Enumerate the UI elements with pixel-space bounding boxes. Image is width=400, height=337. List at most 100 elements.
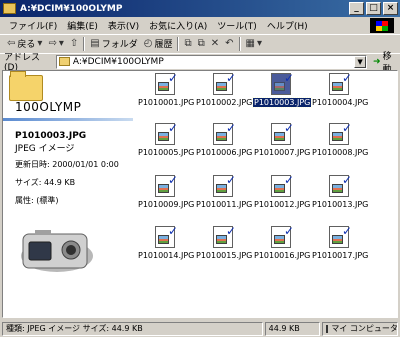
menu-file[interactable]: ファイル(F) (4, 19, 62, 32)
history-icon: ◴ (143, 38, 153, 49)
file-item[interactable]: ✓ P1010016.JPG (253, 225, 311, 266)
menu-edit[interactable]: 編集(E) (62, 19, 103, 32)
menu-help[interactable]: ヘルプ(H) (262, 19, 313, 32)
file-name-label: P1010001.JPG (138, 98, 195, 107)
file-item[interactable]: ✓ P1010002.JPG (195, 72, 253, 113)
file-name-label: P1010016.JPG (254, 251, 311, 260)
file-name-label: P1010012.JPG (254, 200, 311, 209)
menu-favorites[interactable]: お気に入り(A) (144, 19, 212, 32)
folder-icon (9, 71, 43, 101)
minimize-button[interactable]: _ (349, 2, 364, 15)
checkmark-icon: ✓ (283, 173, 295, 187)
move-to-button[interactable]: ⧉ (181, 36, 194, 52)
file-item[interactable]: ✓ P1010006.JPG (195, 121, 253, 163)
file-item[interactable]: ✓ P1010008.JPG (311, 122, 369, 163)
file-name-label: P1010002.JPG (196, 98, 253, 107)
windows-logo-icon (370, 18, 394, 33)
title-bar: A:¥DCIM¥100OLYMP _ □ × (0, 0, 400, 17)
jpeg-file-icon: ✓ (155, 225, 178, 248)
views-icon: ▦ (245, 38, 255, 49)
jpeg-file-icon: ✓ (329, 225, 352, 248)
checkmark-icon: ✓ (283, 121, 295, 135)
dropdown-arrow-icon: ▾ (58, 38, 64, 49)
selected-file-modified: 更新日時: 2000/01/01 0:00 (15, 160, 119, 169)
content-area: 100OLYMP P1010003.JPG JPEG イメージ 更新日時: 20… (2, 70, 398, 318)
window-title: A:¥DCIM¥100OLYMP (20, 3, 123, 14)
checkmark-icon: ✓ (167, 173, 179, 187)
file-name-label: P1010017.JPG (312, 251, 369, 260)
jpeg-file-icon: ✓ (155, 122, 178, 145)
address-bar: アドレス(D) A:¥DCIM¥100OLYMP ▼ ➜ 移動 (0, 52, 400, 75)
selected-file-attributes: 属性: (標準) (15, 196, 59, 205)
up-folder-icon: ⇧ (69, 38, 79, 49)
menu-tools[interactable]: ツール(T) (212, 19, 262, 32)
file-item[interactable]: ✓ P1010005.JPG (137, 122, 194, 163)
status-zone: マイ コンピュータ (322, 321, 398, 336)
go-arrow-icon: ➜ (373, 56, 381, 67)
status-zone-label: マイ コンピュータ (331, 324, 398, 333)
file-item[interactable]: ✓ P1010007.JPG (253, 121, 311, 163)
jpeg-file-icon: ✓ (329, 122, 352, 145)
status-size: 44.9 KB (264, 321, 321, 336)
file-name-label: P1010009.JPG (138, 200, 195, 209)
address-input[interactable]: A:¥DCIM¥100OLYMP ▼ (55, 54, 368, 69)
jpeg-file-icon: ✓ (271, 225, 294, 248)
file-name-label: P1010014.JPG (138, 251, 195, 260)
file-item[interactable]: ✓ P1010017.JPG (311, 225, 369, 266)
dropdown-arrow-icon: ▾ (37, 38, 43, 49)
toolbar: ⇦ 戻る ▾ ⇨ ▾ ⇧ ▤ フォルダ ◴ 履歴 ⧉ ⧉ ✕ ↶ ▦ ▾ (0, 34, 400, 52)
file-name-label: P1010007.JPG (254, 148, 311, 157)
checkmark-icon: ✓ (283, 71, 295, 85)
file-item[interactable]: ✓ P1010012.JPG (253, 173, 311, 215)
file-item[interactable]: ✓ P1010003.JPG (251, 72, 313, 113)
file-item[interactable]: ✓ P1010011.JPG (195, 173, 253, 215)
file-item[interactable]: ✓ P1010014.JPG (137, 225, 195, 266)
file-item[interactable]: ✓ P1010013.JPG (311, 174, 369, 215)
jpeg-file-icon: ✓ (329, 72, 352, 95)
dropdown-arrow-icon: ▾ (256, 38, 263, 49)
maximize-button[interactable]: □ (366, 2, 381, 15)
file-item[interactable]: ✓ P1010004.JPG (311, 72, 368, 113)
toolbar-separator (238, 36, 241, 51)
checkmark-icon: ✓ (225, 121, 237, 135)
file-item[interactable]: ✓ P1010009.JPG (137, 173, 195, 215)
undo-button[interactable]: ↶ (222, 36, 236, 52)
selected-file-size: サイズ: 44.9 KB (15, 178, 76, 187)
folders-button[interactable]: ▤ フォルダ (87, 36, 140, 52)
selected-file-name: P1010003.JPG (15, 131, 87, 141)
file-name-label: P1010006.JPG (196, 148, 253, 157)
jpeg-file-icon: ✓ (213, 72, 236, 95)
preview-thumbnail (15, 216, 95, 278)
forward-arrow-icon: ⇨ (48, 38, 57, 49)
checkmark-icon: ✓ (225, 173, 237, 187)
move-to-icon: ⧉ (184, 38, 192, 49)
file-name-label: P1010003.JPG (251, 97, 313, 108)
back-label: 戻る (17, 40, 36, 50)
jpeg-file-icon: ✓ (155, 72, 178, 95)
checkmark-icon: ✓ (283, 224, 295, 238)
back-arrow-icon: ⇦ (7, 38, 16, 49)
close-button[interactable]: × (383, 2, 398, 15)
delete-button[interactable]: ✕ (208, 36, 222, 52)
jpeg-file-icon: ✓ (213, 225, 236, 248)
toolbar-separator (83, 36, 86, 51)
file-item[interactable]: ✓ P1010001.JPG (137, 72, 195, 113)
checkmark-icon: ✓ (341, 224, 353, 238)
views-button[interactable]: ▦ ▾ (243, 36, 265, 52)
history-button[interactable]: ◴ 履歴 (141, 36, 176, 52)
jpeg-file-icon: ✓ (271, 72, 294, 95)
checkmark-icon: ✓ (225, 224, 237, 238)
file-name-label: P1010013.JPG (312, 200, 369, 209)
status-info: 種類: JPEG イメージ サイズ: 44.9 KB (2, 321, 263, 336)
my-computer-icon (326, 324, 329, 333)
folders-icon: ▤ (90, 38, 100, 49)
file-name-label: P1010008.JPG (312, 148, 369, 157)
address-dropdown-button[interactable]: ▼ (354, 55, 367, 68)
copy-to-button[interactable]: ⧉ (195, 36, 208, 52)
jpeg-file-icon: ✓ (329, 174, 352, 197)
up-folder-button[interactable]: ⇧ (67, 36, 81, 52)
file-name-label: P1010011.JPG (196, 200, 253, 209)
checkmark-icon: ✓ (341, 71, 353, 85)
menu-view[interactable]: 表示(V) (103, 19, 144, 32)
file-item[interactable]: ✓ P1010015.JPG (195, 225, 252, 266)
